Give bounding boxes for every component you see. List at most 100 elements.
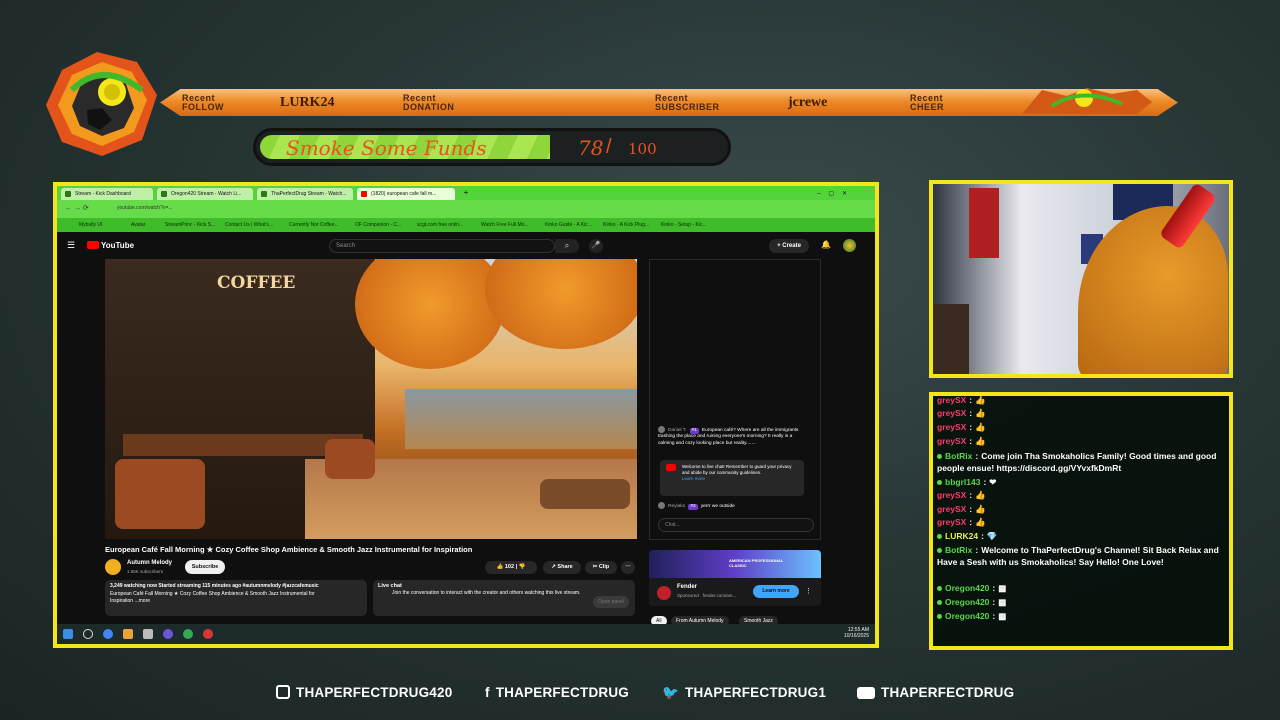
- chat-username[interactable]: greySX: [937, 408, 966, 418]
- more-vert-icon[interactable]: ⋮: [805, 587, 812, 595]
- stream-chat: greySX: 👍 greySX: 👍 greySX: 👍 greySX: 👍 BotRix: C…: [929, 392, 1233, 650]
- bookmark[interactable]: Kinko Guide - A Kic...: [545, 222, 592, 228]
- chat-separator: :: [969, 436, 973, 446]
- youtube-logo[interactable]: YouTube: [87, 241, 134, 250]
- new-tab-button[interactable]: +: [461, 188, 471, 200]
- youtube-icon: [666, 464, 676, 471]
- channel-avatar[interactable]: [105, 559, 121, 575]
- tab-youtube-active[interactable]: (1820) european cafe fall m...: [357, 188, 455, 200]
- mic-icon[interactable]: 🎤: [589, 239, 603, 253]
- app-icon[interactable]: [163, 629, 173, 639]
- bookmark[interactable]: Mybully UI: [79, 222, 102, 228]
- chat-message: greySX: 👍: [937, 407, 1227, 419]
- search-icon[interactable]: ⌕: [555, 239, 579, 253]
- tab-kick-dashboard[interactable]: Stream - Kick Dashboard: [61, 188, 153, 200]
- chat-username[interactable]: greySX: [937, 490, 966, 500]
- chat-username[interactable]: LURK24: [945, 531, 978, 541]
- chat-username[interactable]: Oregon420: [945, 597, 989, 607]
- user-badge-icon: [937, 614, 942, 620]
- chat-text: 👍: [975, 517, 986, 527]
- chat-message: greySX: 👍: [937, 421, 1227, 433]
- chat-text: Come join Tha Smokaholics Family! Good t…: [937, 451, 1217, 473]
- chat-text: 👍: [975, 422, 986, 432]
- bookmark[interactable]: scgt.com free onlin...: [417, 222, 463, 228]
- share-button[interactable]: ↗ Share: [543, 561, 581, 574]
- create-button[interactable]: + Create: [769, 239, 809, 253]
- chat-username[interactable]: BotRix: [945, 545, 972, 555]
- user-badge-icon: [937, 480, 942, 486]
- video-chair: [115, 459, 205, 529]
- chrome-icon[interactable]: [183, 629, 193, 639]
- avatar: [658, 426, 665, 433]
- nav-arrows-icon[interactable]: ← → ⟳: [65, 204, 89, 212]
- sponsored-ad[interactable]: AMERICAN PROFESSIONAL CLASSIC Fender Spo…: [649, 550, 821, 606]
- chat-username[interactable]: greySX: [937, 504, 966, 514]
- chat-username[interactable]: BotRix: [945, 451, 972, 461]
- windows-taskbar: 12:55 AM 10/16/2025: [57, 624, 875, 644]
- tab-oregon420[interactable]: Oregon420 Stream - Watch Li...: [157, 188, 253, 200]
- chat-text: 💎: [986, 531, 998, 541]
- taskbar-clock[interactable]: 12:55 AM 10/16/2025: [844, 627, 869, 639]
- chat-separator: :: [992, 597, 996, 607]
- bell-icon[interactable]: 🔔: [821, 240, 831, 249]
- recent-donation-label: Recent DONATION: [403, 93, 455, 112]
- youtube-favicon-icon: [361, 191, 367, 197]
- learn-more-button[interactable]: Learn more: [753, 585, 799, 598]
- store-icon[interactable]: [143, 629, 153, 639]
- window-controls[interactable]: –▢✕: [817, 188, 867, 200]
- windows-start-icon[interactable]: [63, 629, 73, 639]
- video-title: European Café Fall Morning ★ Cozy Coffee…: [105, 545, 473, 554]
- chat-text: 👍: [975, 395, 986, 405]
- chat-username[interactable]: greySX: [937, 517, 966, 527]
- chat-separator: :: [969, 504, 973, 514]
- url-text[interactable]: youtube.com/watch?v=...: [117, 205, 172, 211]
- chat-welcome-notice: Welcome to live chat! Remember to guard …: [660, 460, 804, 496]
- chat-message: greySX: 👍: [937, 503, 1227, 515]
- clip-button[interactable]: ✂ Clip: [585, 561, 617, 574]
- bookmark[interactable]: Contact Us | What's...: [225, 222, 273, 228]
- chat-input[interactable]: Chat...: [658, 518, 814, 532]
- video-player[interactable]: COFFEE: [105, 259, 637, 539]
- chat-username[interactable]: bbgrl143: [945, 477, 980, 487]
- chrome-icon[interactable]: [103, 629, 113, 639]
- channel-name[interactable]: Autumn Melody: [127, 560, 172, 566]
- like-button[interactable]: 👍 102 | 👎: [485, 561, 537, 574]
- learn-more-link[interactable]: Learn more: [682, 476, 800, 482]
- chat-username[interactable]: Oregon420: [945, 583, 989, 593]
- chat-username[interactable]: greySX: [937, 396, 966, 405]
- bookmark[interactable]: Watch Free Full Mo...: [481, 222, 529, 228]
- address-bar[interactable]: ← → ⟳ youtube.com/watch?v=...: [57, 200, 875, 218]
- chat-message: Oregon420: ▩: [937, 610, 1227, 622]
- chat-message: greySX: 👍: [937, 489, 1227, 501]
- open-panel-button[interactable]: Open panel: [593, 596, 629, 608]
- chat-text: Welcome to ThaPerfectDrug's Channel! Sit…: [937, 545, 1219, 567]
- bookmark[interactable]: Avatar: [131, 222, 145, 228]
- chat-message: Reylako #2 yerrr we outside: [658, 502, 808, 511]
- goal-current: 78: [578, 136, 604, 160]
- lion-logo: [46, 52, 157, 156]
- tab-thaperfectdrug[interactable]: ThaPerfectDrug Stream - Watch...: [257, 188, 353, 200]
- account-avatar[interactable]: [843, 239, 856, 252]
- chat-username[interactable]: Oregon420: [945, 611, 989, 621]
- bookmark[interactable]: StreamPrinc - Kick S...: [165, 222, 215, 228]
- file-explorer-icon[interactable]: [123, 629, 133, 639]
- social-twitter: 🐦 THAPERFECTDRUG1: [662, 685, 827, 700]
- chat-message: BotRix: Come join Tha Smokaholics Family!…: [937, 450, 1227, 474]
- obs-icon[interactable]: [203, 629, 213, 639]
- description-more[interactable]: Inspiration ...more: [110, 598, 362, 606]
- bookmark[interactable]: Kinko - A Kick Plug...: [603, 222, 649, 228]
- video-description[interactable]: 3,249 watching now Started streaming 115…: [105, 580, 367, 616]
- bookmark[interactable]: Kinko - Setup - Kic...: [661, 222, 707, 228]
- chat-username[interactable]: greySX: [937, 436, 966, 446]
- live-chat-collapsed: Live chat Join the conversation to inter…: [373, 580, 635, 616]
- bookmark[interactable]: Currently Not Coffee...: [289, 222, 339, 228]
- bookmark[interactable]: OF Companion - C...: [355, 222, 401, 228]
- more-actions-icon[interactable]: ⋯: [621, 561, 635, 574]
- hamburger-menu-icon[interactable]: ☰: [67, 240, 75, 251]
- subscribe-button[interactable]: Subscribe: [185, 560, 225, 574]
- chat-message: greySX: 👍: [937, 395, 1227, 406]
- search-input[interactable]: Search: [329, 239, 555, 253]
- search-icon[interactable]: [83, 629, 93, 639]
- chat-username[interactable]: greySX: [937, 422, 966, 432]
- chat-separator: :: [981, 531, 984, 541]
